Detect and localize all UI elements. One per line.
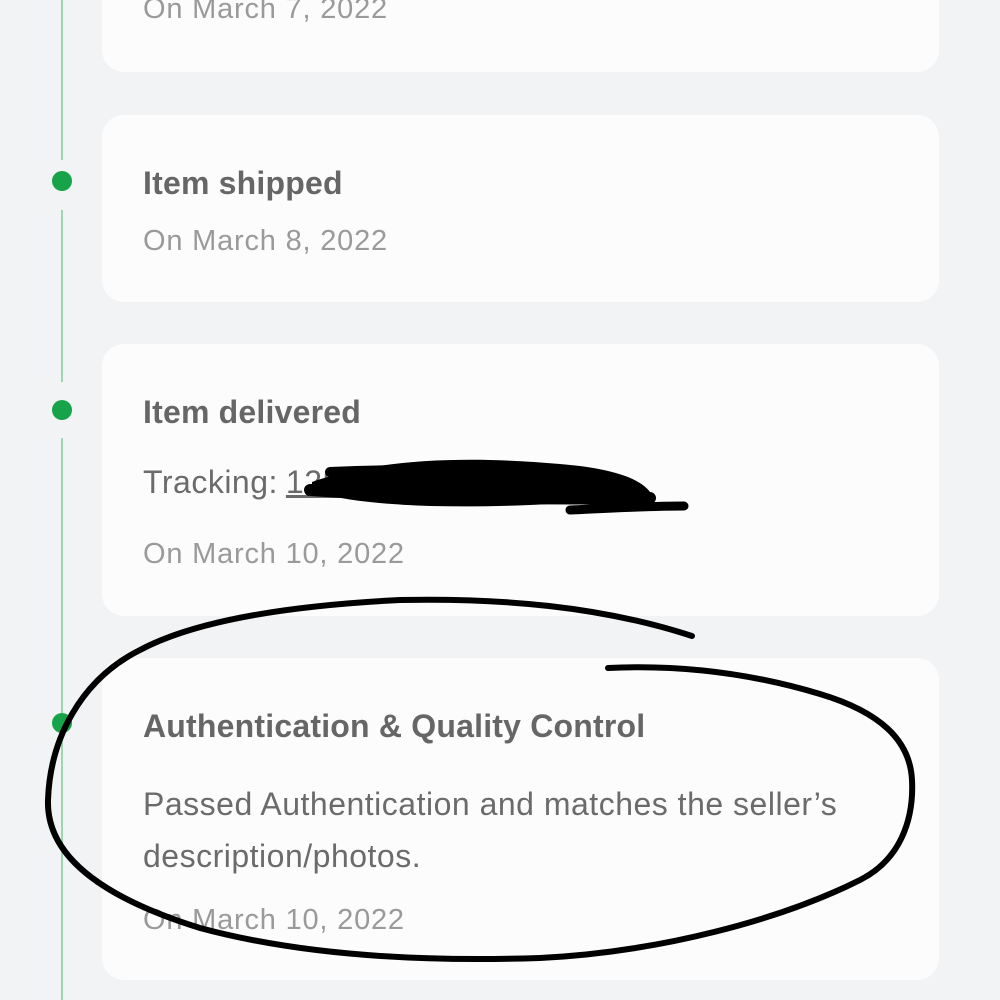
tracking-label: Tracking:: [143, 464, 278, 500]
event-description: Passed Authentication and matches the se…: [143, 786, 838, 874]
timeline-card-authentication: Authentication & Quality Control Passed …: [102, 658, 939, 980]
event-title: Item delivered: [143, 394, 362, 430]
tracking-row: Tracking: 12532FF491091022: [143, 464, 582, 501]
event-title: Authentication & Quality Control: [143, 708, 646, 744]
tracking-number-link[interactable]: 12532FF491091022: [286, 464, 582, 500]
event-date: On March 7, 2022: [143, 0, 388, 25]
event-title: Item shipped: [143, 165, 343, 201]
event-date: On March 8, 2022: [143, 225, 388, 257]
timeline-card-shipped: Item shipped On March 8, 2022: [102, 115, 939, 302]
timeline-card-delivered: Item delivered Tracking: 12532FF491091022…: [102, 344, 939, 616]
status-dot-shipped: [52, 171, 72, 191]
timeline-card-processed: On March 7, 2022: [102, 0, 939, 72]
event-date: On March 10, 2022: [143, 904, 405, 936]
status-dot-authentication: [52, 713, 72, 733]
event-date: On March 10, 2022: [143, 538, 405, 570]
order-timeline-screen: On March 7, 2022 Item shipped On March 8…: [0, 0, 1000, 1000]
status-dot-delivered: [52, 400, 72, 420]
timeline-line: [61, 0, 63, 1000]
